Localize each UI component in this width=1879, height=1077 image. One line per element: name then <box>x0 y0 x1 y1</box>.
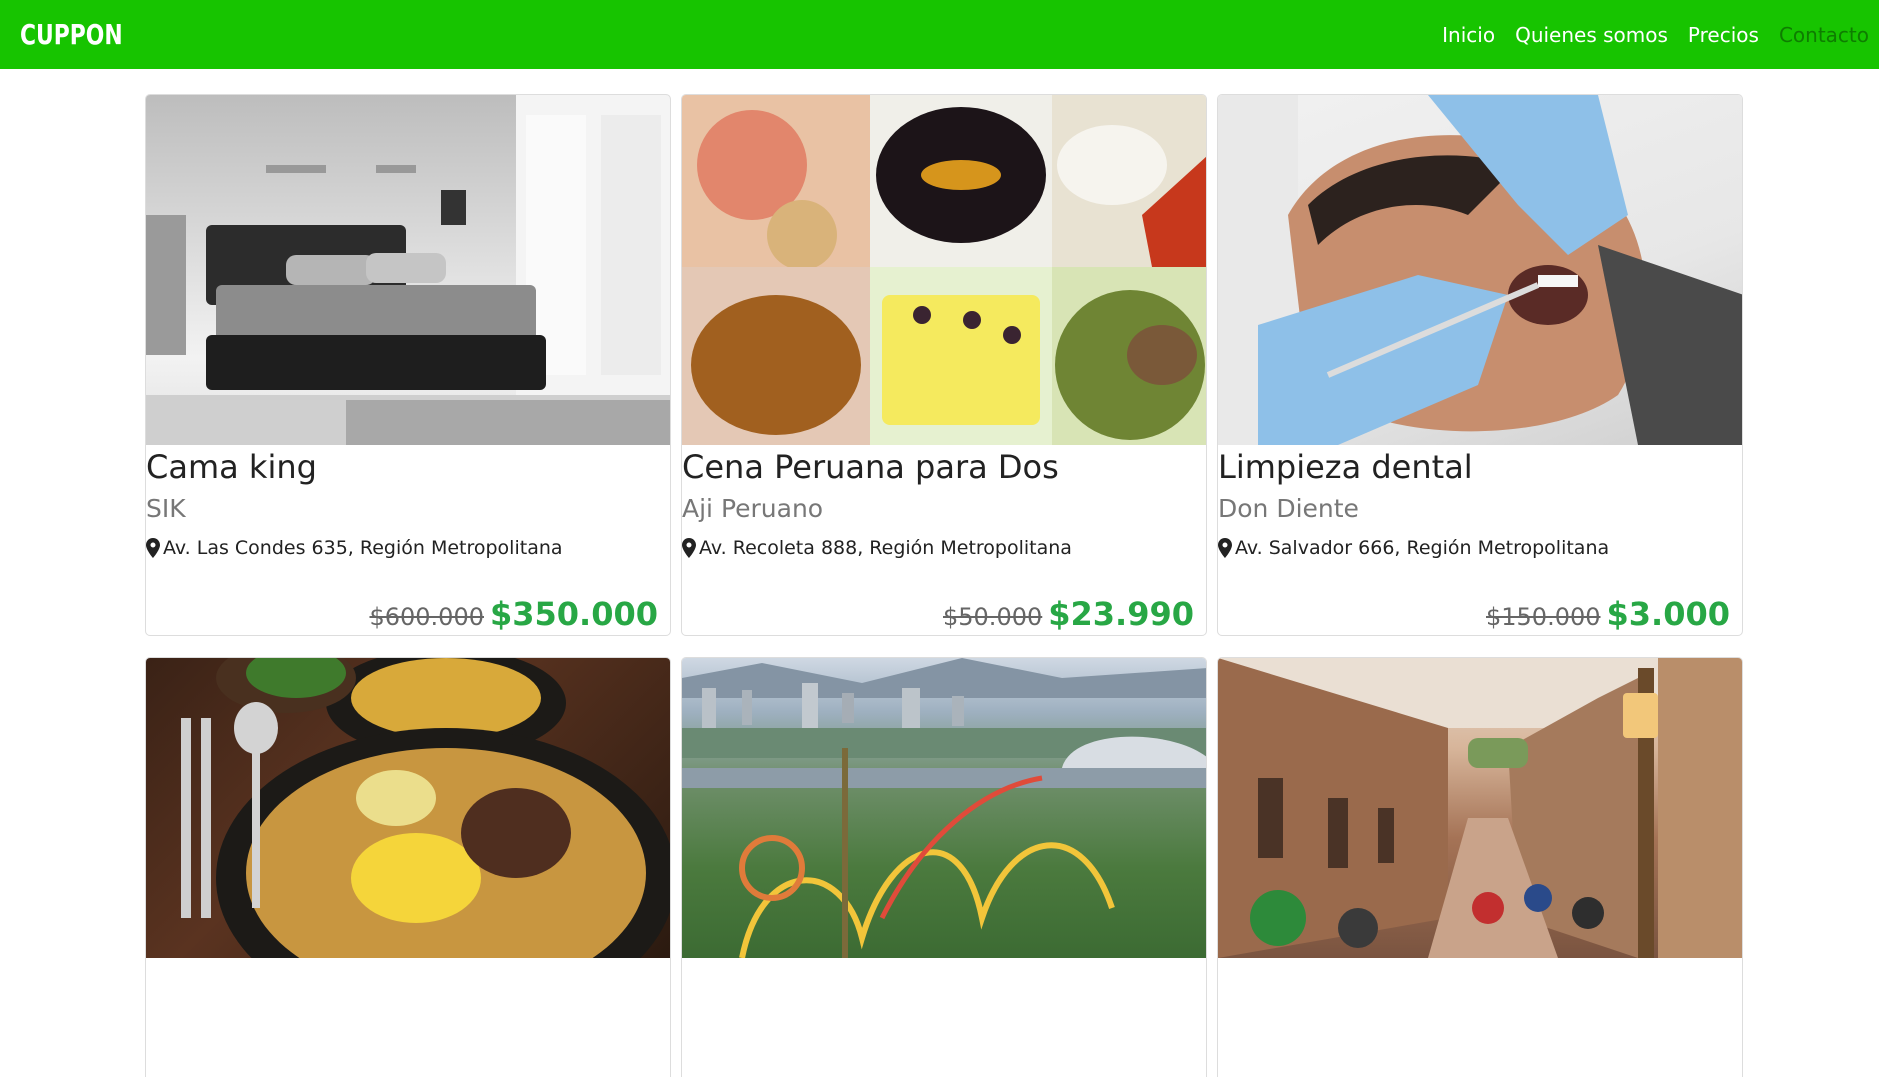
card-address: Av. Salvador 666, Región Metropolitana <box>1218 537 1742 559</box>
card-body: Cama king SIK Av. Las Condes 635, Región… <box>146 447 670 635</box>
new-price: $3.000 <box>1606 595 1730 633</box>
card-subtitle: Aji Peruano <box>682 494 824 523</box>
peruvian-food-image <box>682 95 1206 445</box>
coupon-card[interactable]: Cena Peruana para Dos Aji Peruano Av. Re… <box>681 94 1207 636</box>
address-text: Av. Las Condes 635, Región Metropolitana <box>163 537 563 559</box>
nav-link-inicio[interactable]: Inicio <box>1442 23 1495 47</box>
nav-link-precios[interactable]: Precios <box>1688 23 1759 47</box>
map-marker-icon <box>146 538 160 558</box>
soup-image <box>146 658 670 958</box>
new-price: $23.990 <box>1048 595 1194 633</box>
card-address: Av. Las Condes 635, Región Metropolitana <box>146 537 670 559</box>
town-street-image <box>1218 658 1742 958</box>
map-marker-icon <box>682 538 696 558</box>
card-title: Cama king <box>146 448 317 486</box>
old-price: $150.000 <box>1486 603 1601 631</box>
nav-link-contacto[interactable]: Contacto <box>1779 23 1869 47</box>
price-row: $50.000 $23.990 <box>943 595 1194 633</box>
card-body: Cena Peruana para Dos Aji Peruano Av. Re… <box>682 447 1206 635</box>
new-price: $350.000 <box>489 595 658 633</box>
old-price: $600.000 <box>369 603 484 631</box>
nav-link-quienes-somos[interactable]: Quienes somos <box>1515 23 1668 47</box>
coupon-card[interactable]: Cama king SIK Av. Las Condes 635, Región… <box>145 94 671 636</box>
address-text: Av. Recoleta 888, Región Metropolitana <box>699 537 1072 559</box>
card-subtitle: SIK <box>146 494 186 523</box>
card-body: Limpieza dental Don Diente Av. Salvador … <box>1218 447 1742 635</box>
address-text: Av. Salvador 666, Región Metropolitana <box>1235 537 1610 559</box>
coupon-card[interactable] <box>681 657 1207 1077</box>
dental-cleaning-image <box>1218 95 1742 445</box>
price-row: $150.000 $3.000 <box>1486 595 1730 633</box>
price-row: $600.000 $350.000 <box>369 595 658 633</box>
brand-logo[interactable]: CUPPON <box>20 18 123 51</box>
coupon-grid: Cama king SIK Av. Las Condes 635, Región… <box>145 94 1745 1077</box>
card-title: Limpieza dental <box>1218 448 1473 486</box>
coupon-card[interactable] <box>145 657 671 1077</box>
map-marker-icon <box>1218 538 1232 558</box>
coupon-card[interactable]: Limpieza dental Don Diente Av. Salvador … <box>1217 94 1743 636</box>
amusement-park-image <box>682 658 1206 958</box>
navbar: CUPPON Inicio Quienes somos Precios Cont… <box>0 0 1879 69</box>
nav-links: Inicio Quienes somos Precios Contacto <box>1442 23 1869 47</box>
old-price: $50.000 <box>943 603 1043 631</box>
card-address: Av. Recoleta 888, Región Metropolitana <box>682 537 1206 559</box>
card-title: Cena Peruana para Dos <box>682 448 1059 486</box>
bedroom-image <box>146 95 670 445</box>
coupon-card[interactable] <box>1217 657 1743 1077</box>
card-subtitle: Don Diente <box>1218 494 1359 523</box>
